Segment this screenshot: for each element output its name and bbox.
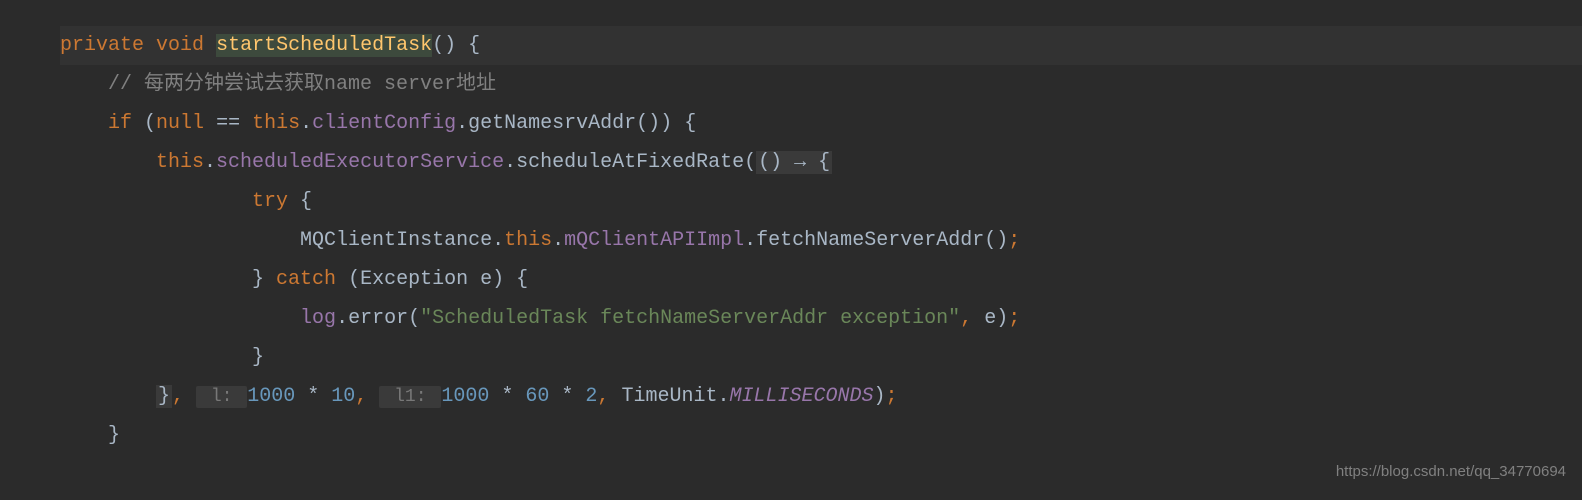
semicolon: ; bbox=[1008, 307, 1020, 330]
semicolon: ; bbox=[886, 385, 898, 408]
lambda: () → { bbox=[756, 151, 832, 174]
brace: { bbox=[456, 34, 480, 57]
keyword-void: void bbox=[156, 34, 204, 57]
keyword-this: this bbox=[156, 151, 204, 174]
field: log bbox=[300, 307, 336, 330]
catch-params: (Exception e) { bbox=[336, 268, 528, 291]
dot: . bbox=[336, 307, 348, 330]
method-call: error( bbox=[348, 307, 420, 330]
class-ref: TimeUnit. bbox=[621, 385, 729, 408]
dot: . bbox=[744, 229, 756, 252]
code-line[interactable]: this.scheduledExecutorService.scheduleAt… bbox=[60, 143, 1582, 182]
comma: , bbox=[172, 385, 196, 408]
number: 1000 bbox=[247, 385, 295, 408]
field: mQClientAPIImpl bbox=[564, 229, 744, 252]
code-line[interactable]: }, l: 1000 * 10, l1: 1000 * 60 * 2, Time… bbox=[60, 377, 1582, 416]
keyword-if: if bbox=[108, 112, 144, 135]
code-line[interactable]: if (null == this.clientConfig.getNamesrv… bbox=[60, 104, 1582, 143]
keyword-null: null bbox=[156, 112, 204, 135]
string-literal: "ScheduledTask fetchNameServerAddr excep… bbox=[420, 307, 960, 330]
arg: e) bbox=[984, 307, 1008, 330]
method-call: scheduleAtFixedRate( bbox=[516, 151, 756, 174]
watermark-text: https://blog.csdn.net/qq_34770694 bbox=[1336, 457, 1566, 486]
paren: ) bbox=[874, 385, 886, 408]
field: clientConfig bbox=[312, 112, 456, 135]
code-line[interactable]: } catch (Exception e) { bbox=[60, 260, 1582, 299]
dot: . bbox=[552, 229, 564, 252]
number: 2 bbox=[585, 385, 597, 408]
method-call: fetchNameServerAddr() bbox=[756, 229, 1008, 252]
operator: * bbox=[295, 385, 331, 408]
code-editor[interactable]: private void startScheduledTask() { // 每… bbox=[0, 0, 1582, 455]
paren: ( bbox=[144, 112, 156, 135]
comment: // 每两分钟尝试去获取name server地址 bbox=[108, 73, 496, 96]
param-hint: l: bbox=[196, 386, 247, 408]
comma: , bbox=[355, 385, 379, 408]
code-line[interactable]: // 每两分钟尝试去获取name server地址 bbox=[60, 65, 1582, 104]
code-line[interactable]: private void startScheduledTask() { bbox=[60, 26, 1582, 65]
operator: * bbox=[549, 385, 585, 408]
dot: . bbox=[204, 151, 216, 174]
keyword-this: this bbox=[504, 229, 552, 252]
number: 10 bbox=[331, 385, 355, 408]
dot: . bbox=[300, 112, 312, 135]
code-line[interactable]: log.error("ScheduledTask fetchNameServer… bbox=[60, 299, 1582, 338]
param-hint: l1: bbox=[379, 386, 441, 408]
operator: == bbox=[204, 112, 252, 135]
code-content[interactable]: private void startScheduledTask() { // 每… bbox=[0, 0, 1582, 455]
number: 1000 bbox=[441, 385, 489, 408]
code-line[interactable]: } bbox=[60, 416, 1582, 455]
method-name: startScheduledTask bbox=[216, 34, 432, 57]
keyword-this: this bbox=[252, 112, 300, 135]
brace: } bbox=[156, 385, 172, 408]
dot: . bbox=[504, 151, 516, 174]
keyword-catch: catch bbox=[276, 268, 336, 291]
brace: { bbox=[288, 190, 312, 213]
constant: MILLISECONDS bbox=[729, 385, 873, 408]
comma: , bbox=[597, 385, 621, 408]
code-line[interactable]: MQClientInstance.this.mQClientAPIImpl.fe… bbox=[60, 221, 1582, 260]
keyword-private: private bbox=[60, 34, 144, 57]
brace: } bbox=[252, 268, 276, 291]
keyword-try: try bbox=[252, 190, 288, 213]
field: scheduledExecutorService bbox=[216, 151, 504, 174]
dot: . bbox=[456, 112, 468, 135]
class-ref: MQClientInstance. bbox=[300, 229, 504, 252]
code-line[interactable]: } bbox=[60, 338, 1582, 377]
method-call: getNamesrvAddr()) { bbox=[468, 112, 696, 135]
number: 60 bbox=[525, 385, 549, 408]
comma: , bbox=[960, 307, 984, 330]
brace: } bbox=[252, 346, 264, 369]
brace: } bbox=[108, 424, 120, 447]
operator: * bbox=[489, 385, 525, 408]
parens: () bbox=[432, 34, 456, 57]
semicolon: ; bbox=[1008, 229, 1020, 252]
code-line[interactable]: try { bbox=[60, 182, 1582, 221]
